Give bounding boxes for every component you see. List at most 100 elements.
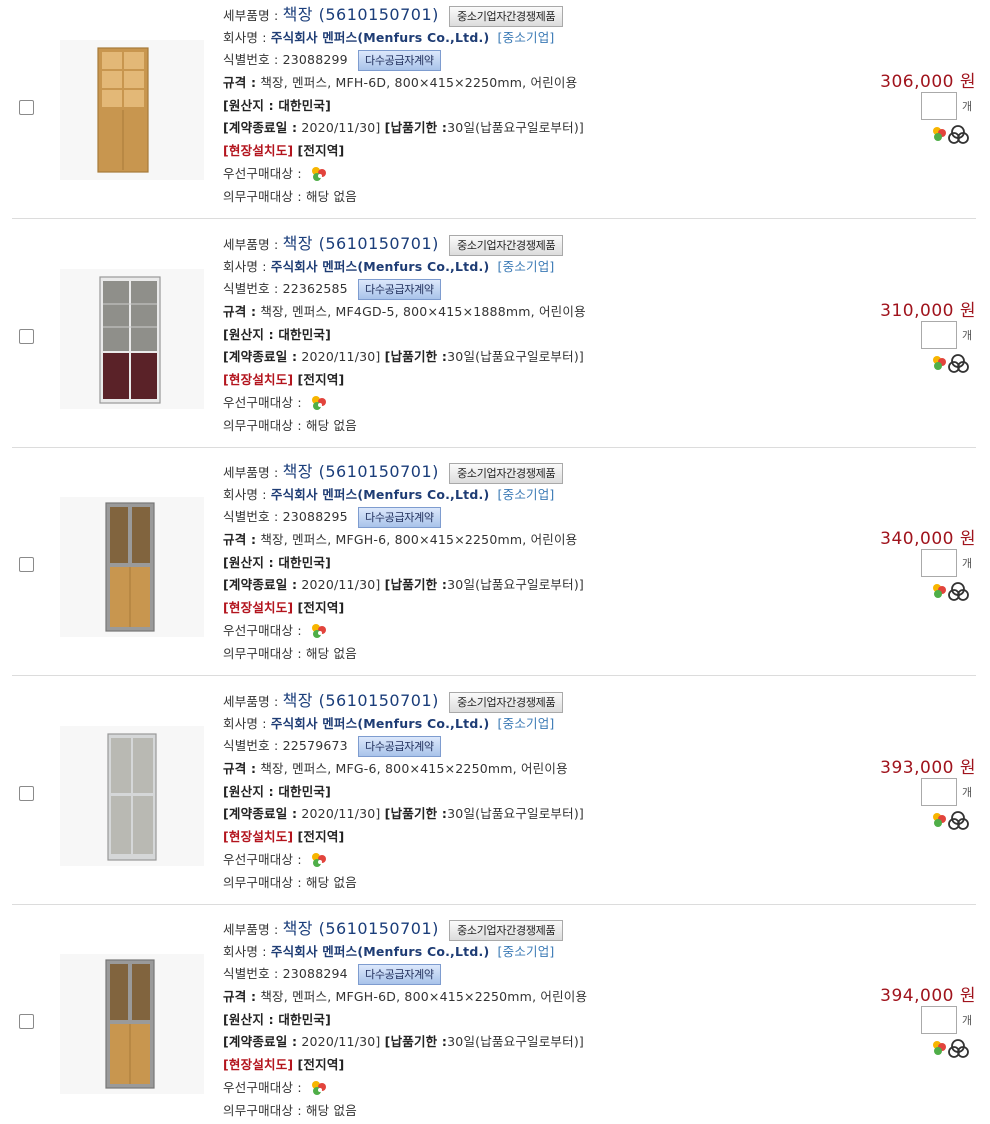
unit-label: 개 — [962, 100, 973, 113]
competition-badge: 중소기업자간경쟁제품 — [449, 692, 564, 713]
item-name-link[interactable]: 책장 (5610150701) — [283, 5, 439, 24]
company-name[interactable]: 주식회사 멘퍼스(Menfurs Co.,Ltd.) — [271, 487, 489, 502]
price: 340,000 원 — [880, 529, 976, 549]
contract-line: [계약종료일 : 2020/11/30] [납품기한 :30일(납품요구일로부터… — [223, 574, 843, 597]
item-name-line: 세부품명 : 책장 (5610150701) 중소기업자간경쟁제품 — [223, 690, 843, 713]
id-line: 식별번호 : 23088295 다수공급자계약 — [223, 506, 843, 529]
id-value: 23088295 — [282, 509, 348, 525]
origin-line: [원산지 : 대한민국] — [223, 781, 843, 804]
company-name[interactable]: 주식회사 멘퍼스(Menfurs Co.,Ltd.) — [271, 716, 489, 731]
id-value: 22579673 — [282, 738, 348, 754]
priority-purchase-icon — [308, 164, 330, 184]
priority-label: 우선구매대상 : — [223, 165, 302, 181]
id-line: 식별번호 : 22579673 다수공급자계약 — [223, 735, 843, 758]
quantity-input[interactable] — [921, 549, 957, 577]
spec-value: 책장, 멘퍼스, MFG-6, 800×415×2250mm, 어린이용 — [260, 761, 568, 777]
company-line: 회사명 : 주식회사 멘퍼스(Menfurs Co.,Ltd.) [중소기업] — [223, 27, 843, 50]
select-checkbox[interactable] — [19, 557, 34, 572]
mandatory-line: 의무구매대상 : 해당 없음 — [223, 872, 843, 895]
quantity-input[interactable] — [921, 778, 957, 806]
delivery-label: [납품기한 : — [384, 1034, 448, 1050]
contract-end-value: 2020/11/30] — [301, 1034, 381, 1050]
price: 310,000 원 — [880, 301, 976, 321]
item-name-label: 세부품명 : — [223, 8, 279, 23]
delivery-label: [납품기한 : — [384, 120, 448, 136]
mandatory-value: 해당 없음 — [305, 188, 357, 204]
origin: [원산지 : 대한민국] — [223, 554, 332, 570]
install-label: [현장설치도] — [223, 1057, 294, 1073]
price: 306,000 원 — [880, 72, 976, 92]
delivery-value: 30일(납품요구일로부터)] — [447, 349, 584, 365]
company-line: 회사명 : 주식회사 멘퍼스(Menfurs Co.,Ltd.) [중소기업] — [223, 256, 843, 279]
row-divider — [12, 675, 976, 676]
company-label: 회사명 : — [223, 715, 267, 731]
mandatory-value: 해당 없음 — [305, 1102, 357, 1118]
row-action-icons[interactable] — [930, 808, 978, 830]
priority-line: 우선구매대상 : — [223, 849, 843, 872]
item-name-link[interactable]: 책장 (5610150701) — [283, 462, 439, 481]
company-label: 회사명 : — [223, 486, 267, 502]
item-name-label: 세부품명 : — [223, 465, 279, 480]
company-name[interactable]: 주식회사 멘퍼스(Menfurs Co.,Ltd.) — [271, 944, 489, 959]
quantity-input[interactable] — [921, 92, 957, 120]
supplier-badge: 다수공급자계약 — [358, 50, 441, 72]
mandatory-line: 의무구매대상 : 해당 없음 — [223, 415, 843, 438]
row-action-icons[interactable] — [930, 351, 978, 373]
product-image[interactable] — [60, 269, 204, 409]
company-name[interactable]: 주식회사 멘퍼스(Menfurs Co.,Ltd.) — [271, 259, 489, 274]
quantity-input[interactable] — [921, 1006, 957, 1034]
product-row: 세부품명 : 책장 (5610150701) 중소기업자간경쟁제품 회사명 : … — [0, 914, 990, 1124]
product-image[interactable] — [60, 726, 204, 866]
item-name-label: 세부품명 : — [223, 237, 279, 252]
select-checkbox[interactable] — [19, 1014, 34, 1029]
quantity-input[interactable] — [921, 321, 957, 349]
competition-badge: 중소기업자간경쟁제품 — [449, 463, 564, 484]
product-info: 세부품명 : 책장 (5610150701) 중소기업자간경쟁제품 회사명 : … — [223, 918, 843, 1122]
delivery-value: 30일(납품요구일로부터)] — [447, 577, 584, 593]
install-line: [현장설치도] [전지역] — [223, 140, 843, 163]
item-name-line: 세부품명 : 책장 (5610150701) 중소기업자간경쟁제품 — [223, 918, 843, 941]
unit-label: 개 — [962, 557, 973, 570]
spec-value: 책장, 멘퍼스, MF4GD-5, 800×415×1888mm, 어린이용 — [260, 304, 586, 320]
spec-value: 책장, 멘퍼스, MFH-6D, 800×415×2250mm, 어린이용 — [260, 75, 578, 91]
delivery-label: [납품기한 : — [384, 349, 448, 365]
company-line: 회사명 : 주식회사 멘퍼스(Menfurs Co.,Ltd.) [중소기업] — [223, 713, 843, 736]
row-action-icons[interactable] — [930, 122, 978, 144]
select-checkbox[interactable] — [19, 100, 34, 115]
select-checkbox[interactable] — [19, 786, 34, 801]
supplier-badge: 다수공급자계약 — [358, 507, 441, 529]
origin-line: [원산지 : 대한민국] — [223, 324, 843, 347]
product-image[interactable] — [60, 954, 204, 1094]
item-name-label: 세부품명 : — [223, 922, 279, 937]
priority-line: 우선구매대상 : — [223, 1077, 843, 1100]
mandatory-label: 의무구매대상 : — [223, 1102, 302, 1118]
item-name-link[interactable]: 책장 (5610150701) — [283, 691, 439, 710]
id-value: 23088294 — [282, 966, 348, 982]
region: [전지역] — [297, 143, 345, 159]
company-type: [중소기업] — [497, 486, 555, 502]
id-line: 식별번호 : 23088294 다수공급자계약 — [223, 963, 843, 986]
install-label: [현장설치도] — [223, 372, 294, 388]
spec-label: 규격 : — [223, 304, 257, 320]
item-name-link[interactable]: 책장 (5610150701) — [283, 234, 439, 253]
product-image[interactable] — [60, 40, 204, 180]
row-action-icons[interactable] — [930, 1036, 978, 1058]
priority-label: 우선구매대상 : — [223, 1079, 302, 1095]
select-checkbox[interactable] — [19, 329, 34, 344]
id-line: 식별번호 : 22362585 다수공급자계약 — [223, 278, 843, 301]
contract-end-value: 2020/11/30] — [301, 120, 381, 136]
mandatory-label: 의무구매대상 : — [223, 188, 302, 204]
company-name[interactable]: 주식회사 멘퍼스(Menfurs Co.,Ltd.) — [271, 30, 489, 45]
competition-badge: 중소기업자간경쟁제품 — [449, 920, 564, 941]
mandatory-line: 의무구매대상 : 해당 없음 — [223, 1100, 843, 1123]
mandatory-line: 의무구매대상 : 해당 없음 — [223, 643, 843, 666]
id-line: 식별번호 : 23088299 다수공급자계약 — [223, 49, 843, 72]
product-row: 세부품명 : 책장 (5610150701) 중소기업자간경쟁제품 회사명 : … — [0, 686, 990, 914]
mandatory-line: 의무구매대상 : 해당 없음 — [223, 186, 843, 209]
row-action-icons[interactable] — [930, 579, 978, 601]
contract-line: [계약종료일 : 2020/11/30] [납품기한 :30일(납품요구일로부터… — [223, 117, 843, 140]
item-name-link[interactable]: 책장 (5610150701) — [283, 919, 439, 938]
spec-value: 책장, 멘퍼스, MFGH-6D, 800×415×2250mm, 어린이용 — [260, 989, 588, 1005]
product-info: 세부품명 : 책장 (5610150701) 중소기업자간경쟁제품 회사명 : … — [223, 4, 843, 208]
product-image[interactable] — [60, 497, 204, 637]
